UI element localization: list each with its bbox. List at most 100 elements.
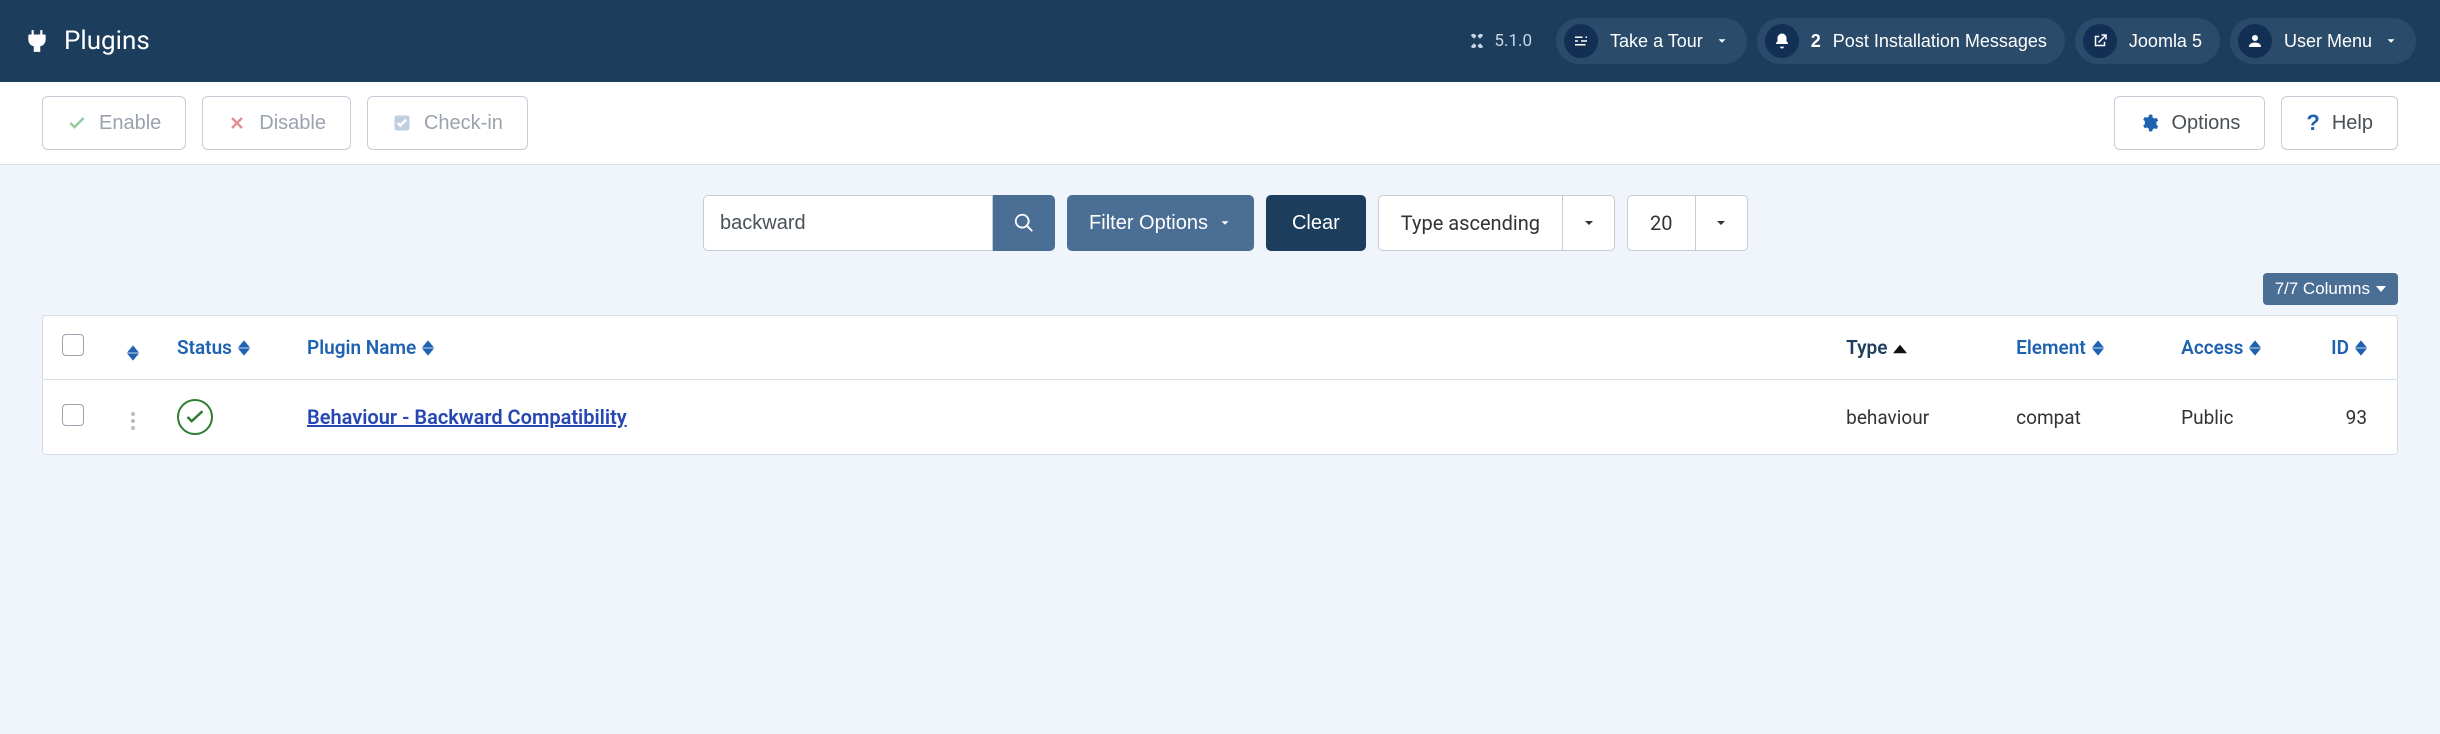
sort-select[interactable]: Type ascending: [1378, 195, 1615, 251]
version-label: 5.1.0: [1468, 31, 1532, 51]
checkbox-icon: [392, 113, 412, 133]
enable-label: Enable: [99, 112, 161, 135]
notification-count: 2: [1811, 31, 1821, 52]
header-id[interactable]: ID: [2317, 316, 2397, 380]
action-toolbar: Enable Disable Check-in Options ? Help: [0, 82, 2440, 165]
sort-asc-icon: [1893, 336, 1907, 359]
sort-icon: [127, 345, 139, 361]
chevron-down-icon: [2384, 34, 2398, 48]
header-ordering[interactable]: [103, 316, 163, 380]
row-type-cell: behaviour: [1832, 380, 2002, 455]
enable-button[interactable]: Enable: [42, 96, 186, 150]
search-wrap: [703, 195, 1055, 251]
frontend-label: Joomla 5: [2129, 31, 2202, 52]
filter-inner: Filter Options Clear Type ascending 20: [693, 195, 1748, 251]
options-label: Options: [2171, 112, 2240, 135]
header-status-label: Status: [177, 336, 232, 359]
check-icon: [185, 409, 205, 425]
search-icon: [1013, 212, 1035, 234]
row-checkbox[interactable]: [62, 404, 84, 426]
header-checkbox: [43, 316, 103, 380]
sort-icon: [422, 340, 434, 356]
joomla-icon: [1468, 32, 1486, 50]
take-tour-label: Take a Tour: [1610, 31, 1703, 52]
frontend-link-button[interactable]: Joomla 5: [2075, 18, 2220, 64]
header-plugin-name-label: Plugin Name: [307, 336, 416, 359]
header-element[interactable]: Element: [2002, 316, 2167, 380]
columns-toggle[interactable]: 7/7 Columns: [2263, 273, 2398, 305]
disable-label: Disable: [259, 112, 326, 135]
disable-button[interactable]: Disable: [202, 96, 351, 150]
header-element-label: Element: [2016, 336, 2086, 359]
x-icon: [227, 113, 247, 133]
help-button[interactable]: ? Help: [2281, 96, 2398, 150]
plugin-name-link[interactable]: Behaviour - Backward Compatibility: [307, 405, 627, 429]
chevron-down-icon: [1695, 196, 1747, 250]
options-button[interactable]: Options: [2114, 96, 2265, 150]
limit-select[interactable]: 20: [1627, 195, 1747, 251]
table-row: Behaviour - Backward Compatibility behav…: [43, 380, 2397, 455]
header-access-label: Access: [2181, 336, 2243, 359]
filter-zone: Filter Options Clear Type ascending 20: [0, 165, 2440, 251]
header-status[interactable]: Status: [163, 316, 293, 380]
user-menu-button[interactable]: User Menu: [2230, 18, 2416, 64]
row-name-cell: Behaviour - Backward Compatibility: [293, 380, 1832, 455]
sort-icon: [2249, 340, 2261, 356]
kebab-menu[interactable]: [125, 406, 141, 436]
help-label: Help: [2332, 112, 2373, 135]
sort-icon: [238, 340, 250, 356]
sort-icon: [2355, 340, 2367, 356]
row-actions-cell: [103, 380, 163, 455]
bell-icon: [1765, 24, 1799, 58]
clear-label: Clear: [1292, 212, 1340, 234]
filter-options-label: Filter Options: [1089, 212, 1208, 235]
post-install-label: Post Installation Messages: [1833, 31, 2047, 52]
page-title: Plugins: [64, 26, 150, 56]
row-access-cell: Public: [2167, 380, 2317, 455]
header-type-label: Type: [1846, 336, 1887, 359]
search-button[interactable]: [993, 195, 1055, 251]
table-header-row: Status Plugin Name: [43, 316, 2397, 380]
chevron-down-icon: [1715, 34, 1729, 48]
status-enabled-icon[interactable]: [177, 399, 213, 435]
checkin-button[interactable]: Check-in: [367, 96, 528, 150]
row-status-cell: [163, 380, 293, 455]
plugins-table-wrap: Status Plugin Name: [42, 315, 2398, 455]
header-type[interactable]: Type: [1832, 316, 2002, 380]
question-icon: ?: [2306, 110, 2319, 136]
caret-down-icon: [2376, 284, 2386, 294]
gear-icon: [2139, 113, 2159, 133]
limit-value: 20: [1628, 211, 1694, 235]
sliders-icon: [1564, 24, 1598, 58]
version-text: 5.1.0: [1494, 31, 1532, 51]
plugins-table: Status Plugin Name: [43, 316, 2397, 454]
header-plugin-name[interactable]: Plugin Name: [293, 316, 1832, 380]
chevron-down-icon: [1562, 196, 1614, 250]
checkin-label: Check-in: [424, 112, 503, 135]
row-checkbox-cell: [43, 380, 103, 455]
select-all-checkbox[interactable]: [62, 334, 84, 356]
columns-row: 7/7 Columns: [0, 251, 2440, 315]
external-link-icon: [2083, 24, 2117, 58]
row-id-cell: 93: [2317, 380, 2397, 455]
columns-label: 7/7 Columns: [2275, 279, 2370, 299]
toolbar-right: Options ? Help: [2114, 96, 2398, 150]
topbar-title-wrap: Plugins: [24, 26, 150, 56]
sort-value: Type ascending: [1379, 211, 1562, 235]
user-icon: [2238, 24, 2272, 58]
plug-icon: [24, 28, 50, 54]
filter-options-button[interactable]: Filter Options: [1067, 195, 1254, 251]
topbar: Plugins 5.1.0 Take a Tour 2 Post Install…: [0, 0, 2440, 82]
header-id-label: ID: [2331, 336, 2349, 359]
post-install-button[interactable]: 2 Post Installation Messages: [1757, 18, 2065, 64]
user-menu-label: User Menu: [2284, 31, 2372, 52]
header-access[interactable]: Access: [2167, 316, 2317, 380]
row-element-cell: compat: [2002, 380, 2167, 455]
sort-icon: [2092, 340, 2104, 356]
chevron-down-icon: [1218, 216, 1232, 230]
search-input[interactable]: [703, 195, 993, 251]
take-tour-button[interactable]: Take a Tour: [1556, 18, 1747, 64]
check-icon: [67, 113, 87, 133]
clear-button[interactable]: Clear: [1266, 195, 1366, 251]
topbar-right: 5.1.0 Take a Tour 2 Post Installation Me…: [1468, 18, 2416, 64]
